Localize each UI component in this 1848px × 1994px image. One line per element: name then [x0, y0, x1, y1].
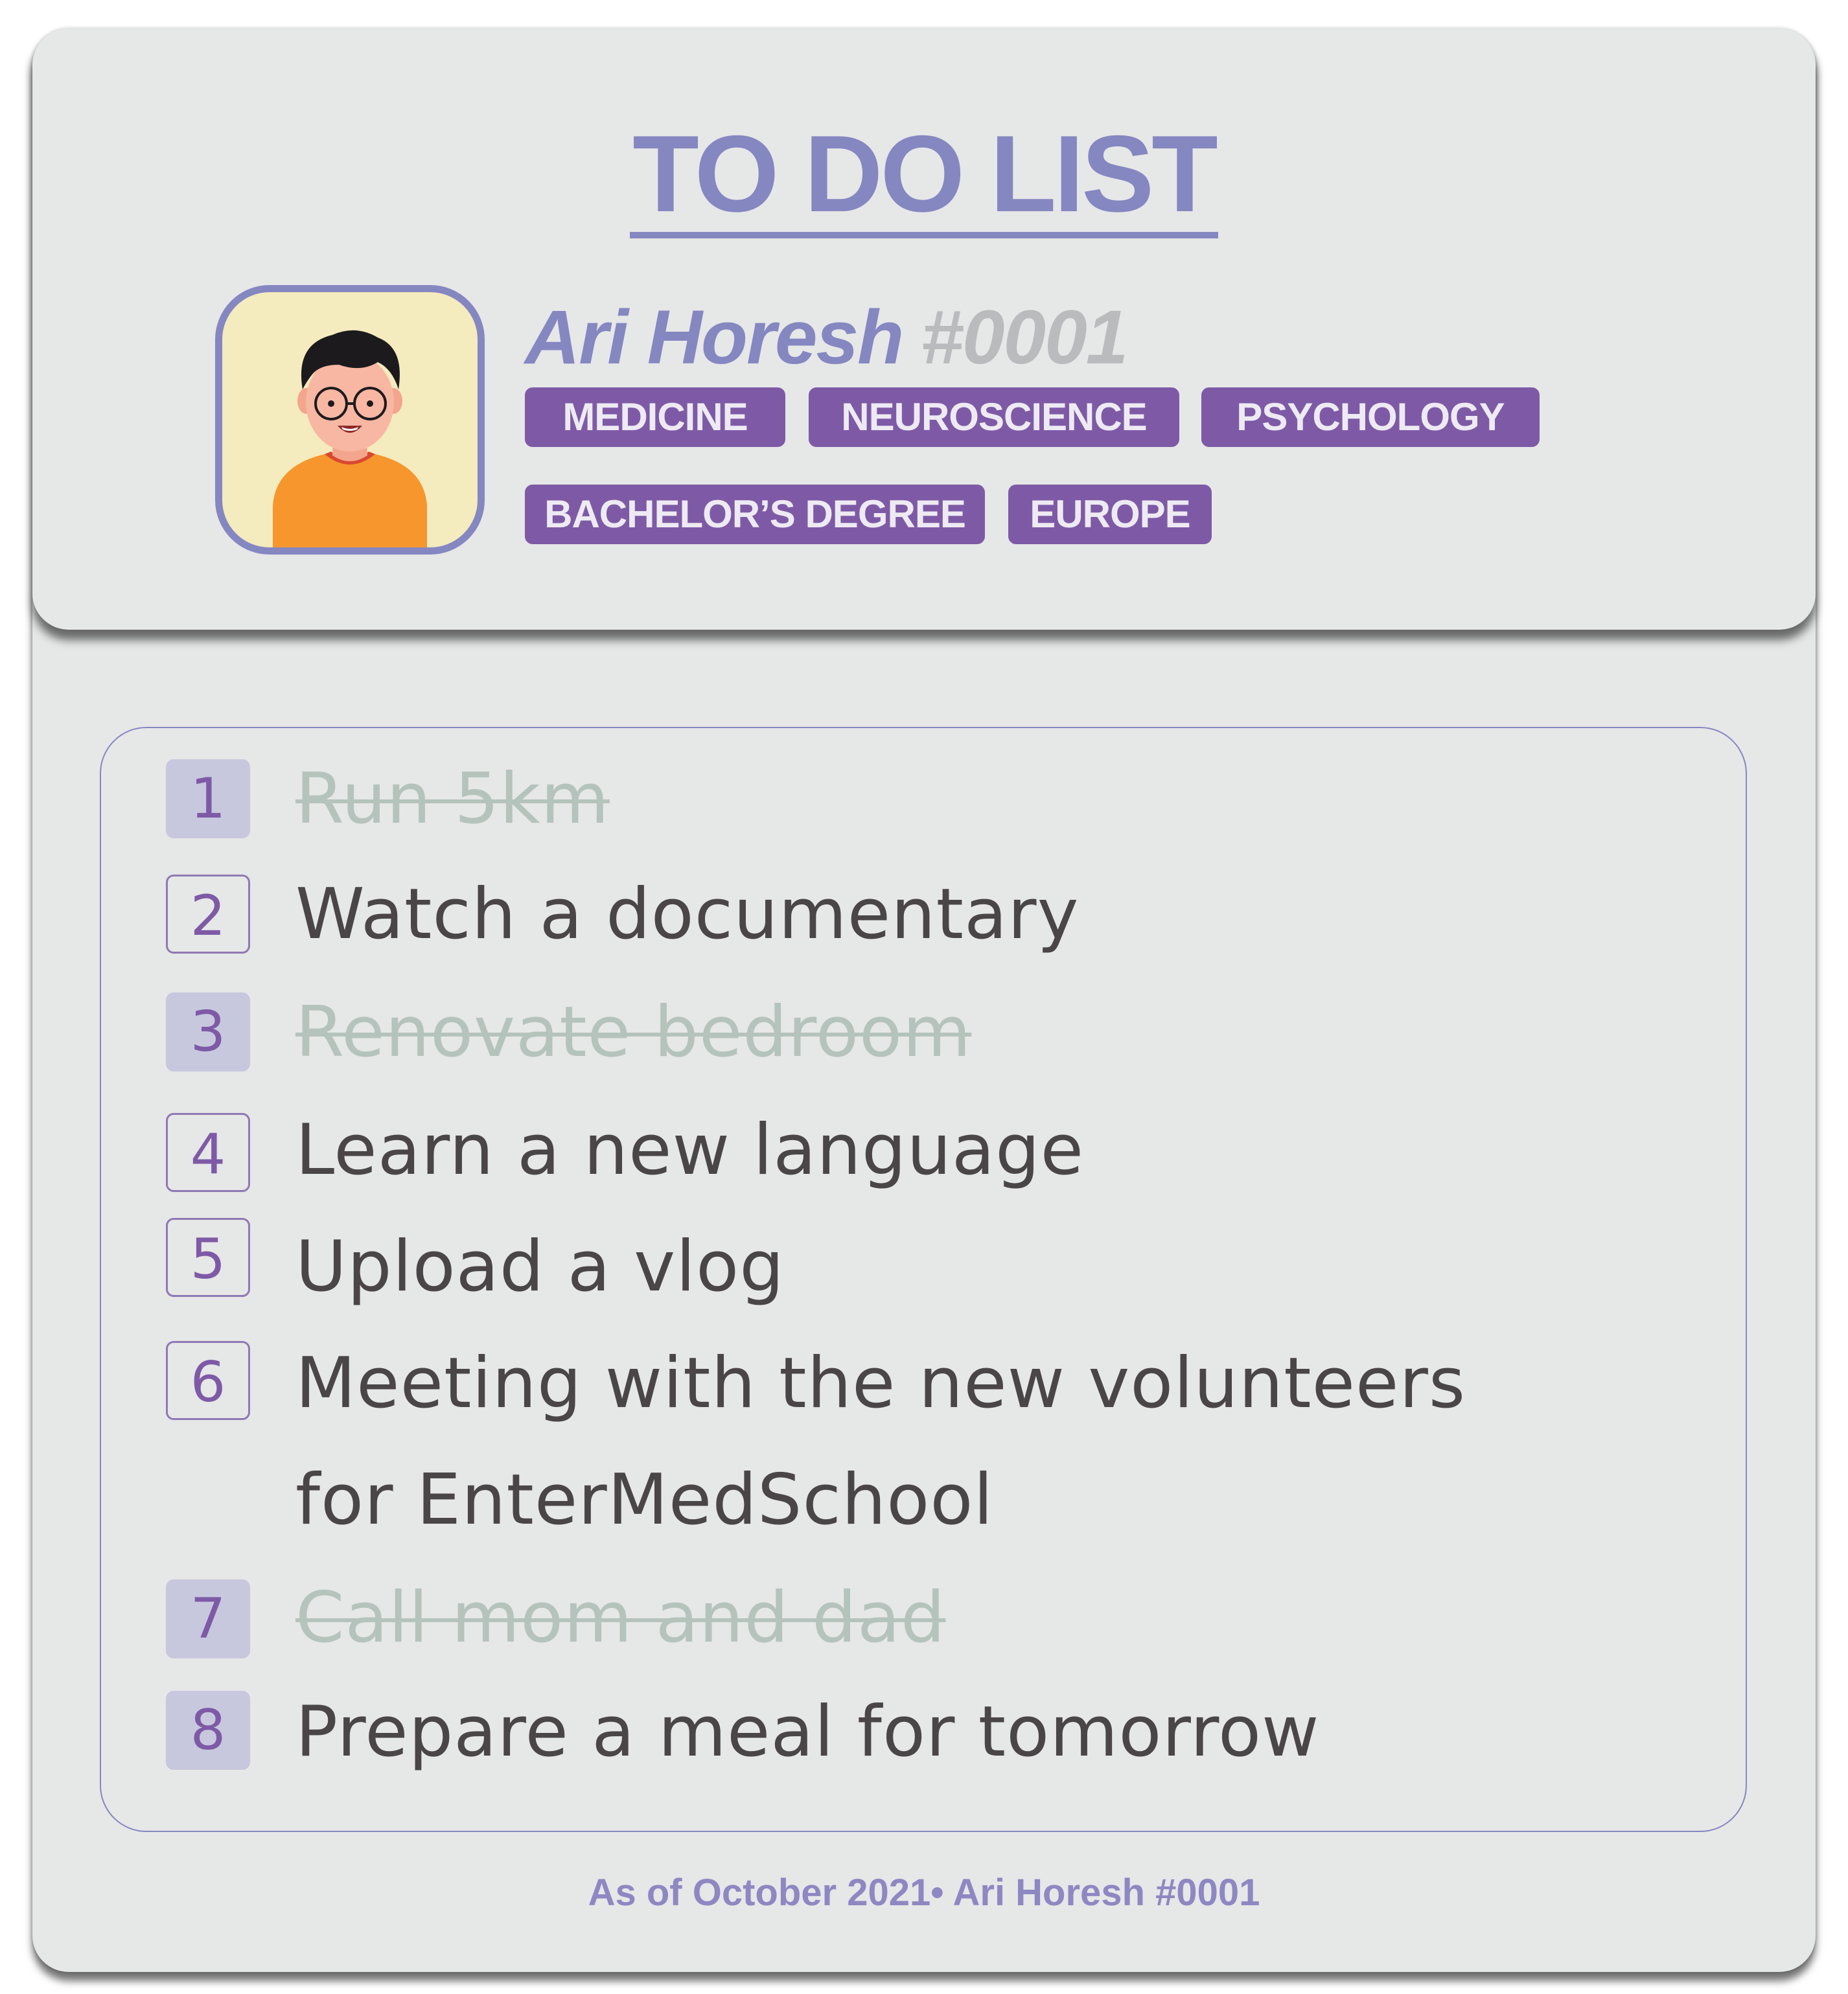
task-item-text[interactable]: Upload a vlog	[295, 1209, 785, 1325]
page-title: TO DO LIST	[32, 119, 1816, 238]
task-item-text[interactable]: Watch a documentary	[295, 856, 1079, 973]
task-number-badge[interactable]: 4	[166, 1113, 250, 1192]
task-item-text-continuation[interactable]: for EnterMedSchool	[295, 1442, 993, 1559]
avatar	[215, 285, 485, 555]
task-number-badge[interactable]: 5	[166, 1218, 250, 1297]
task-item-text[interactable]: Learn a new language	[295, 1092, 1084, 1209]
person-with-glasses-avatar-icon	[273, 330, 427, 547]
user-name: Ari Horesh	[525, 295, 904, 380]
tag-neuroscience: NEUROSCIENCE	[809, 387, 1179, 447]
task-item-text[interactable]: Prepare a meal for tomorrow	[295, 1674, 1319, 1791]
task-item-text[interactable]: Run 5km	[295, 741, 610, 858]
task-number-badge[interactable]: 6	[166, 1341, 250, 1420]
task-number-badge[interactable]: 8	[166, 1691, 250, 1770]
task-item-text[interactable]: Call mom and dad	[295, 1560, 946, 1677]
task-number-badge[interactable]: 7	[166, 1579, 250, 1658]
user-name-line: Ari Horesh #0001	[525, 299, 1128, 376]
tag-bachelors-degree: BACHELOR’S DEGREE	[525, 485, 985, 544]
task-number-badge[interactable]: 3	[166, 992, 250, 1071]
task-number-badge[interactable]: 2	[166, 875, 250, 954]
task-number-badge[interactable]: 1	[166, 759, 250, 838]
user-id: #0001	[921, 295, 1128, 380]
tag-psychology: PSYCHOLOGY	[1201, 387, 1540, 447]
footer-caption: As of October 2021• Ari Horesh #0001	[588, 1872, 1260, 1914]
task-item-text[interactable]: Meeting with the new volunteers	[295, 1325, 1466, 1442]
tag-medicine: MEDICINE	[525, 387, 785, 447]
profile-header: TO DO LIST Ari Horesh #0001 MEDICINE NEU…	[32, 29, 1816, 630]
tag-europe: EUROPE	[1008, 485, 1212, 544]
task-item-text[interactable]: Renovate bedroom	[295, 974, 971, 1091]
